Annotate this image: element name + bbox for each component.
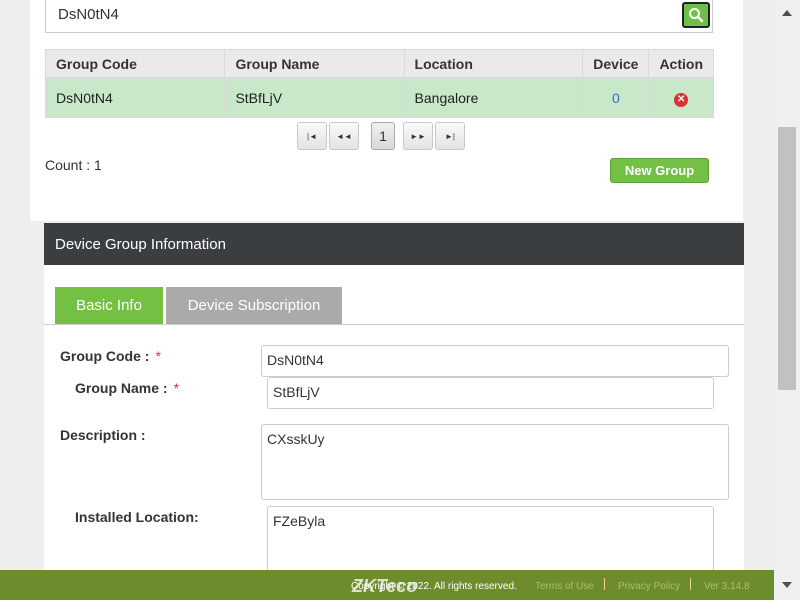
group-code-field[interactable]: DsN0tN4: [261, 345, 729, 377]
first-page-button[interactable]: |◄: [297, 122, 327, 150]
column-header-group-code[interactable]: Group Code: [44, 49, 226, 78]
delete-icon[interactable]: ✕: [674, 92, 689, 107]
cell-location: Bangalore: [403, 77, 584, 118]
tab-bar: Basic Info Device Subscription: [44, 265, 744, 325]
group-code-label: Group Code : *: [60, 348, 161, 364]
footer-separator: [604, 578, 605, 590]
copyright-text: Copyright © 2022. All rights reserved.: [351, 581, 517, 592]
prev-page-button[interactable]: ◄◄: [329, 122, 359, 150]
terms-link[interactable]: Terms of Use: [535, 581, 594, 592]
group-name-label: Group Name : *: [75, 380, 180, 396]
footer: ZKTeco Copyright © 2022. All rights rese…: [0, 570, 774, 600]
device-count-link[interactable]: 0: [612, 90, 620, 106]
last-page-button[interactable]: ►|: [435, 122, 465, 150]
search-button[interactable]: [682, 2, 710, 28]
cell-device: 0: [582, 77, 650, 118]
new-group-button[interactable]: New Group: [610, 158, 709, 183]
search-input[interactable]: DsN0tN4: [45, 0, 713, 33]
scroll-down-icon[interactable]: [782, 582, 792, 588]
panel-title: Device Group Information: [44, 223, 744, 265]
search-icon: [689, 8, 704, 23]
group-table: Group Code Group Name Location Device Ac…: [44, 49, 714, 118]
column-header-group-name[interactable]: Group Name: [224, 49, 405, 78]
tab-device-subscription[interactable]: Device Subscription: [166, 287, 342, 324]
cell-group-code: DsN0tN4: [44, 77, 226, 118]
cell-action: ✕: [648, 77, 714, 118]
description-label: Description :: [60, 427, 146, 443]
record-count: Count : 1: [45, 157, 102, 173]
installed-location-label: Installed Location:: [75, 509, 199, 525]
vertical-scrollbar[interactable]: [774, 0, 800, 600]
group-name-field[interactable]: StBfLjV: [267, 377, 714, 409]
column-header-device[interactable]: Device: [582, 49, 650, 78]
group-list-panel: DsN0tN4 Group Code Group Name Location D…: [30, 0, 743, 221]
required-marker: *: [173, 380, 180, 396]
next-page-button[interactable]: ►►: [403, 122, 433, 150]
footer-separator: [690, 578, 691, 590]
scroll-up-icon[interactable]: [782, 10, 792, 16]
version-text: Ver 3.14.8: [704, 581, 750, 592]
installed-location-field[interactable]: FZeByla: [267, 506, 714, 576]
tab-basic-info[interactable]: Basic Info: [55, 287, 163, 324]
column-header-action: Action: [648, 49, 714, 78]
device-group-info-panel: Device Group Information Basic Info Devi…: [44, 223, 744, 583]
column-header-location[interactable]: Location: [403, 49, 584, 78]
pagination: |◄ ◄◄ 1 ►► ►|: [297, 122, 467, 150]
description-field[interactable]: CXsskUy: [261, 424, 729, 500]
privacy-link[interactable]: Privacy Policy: [618, 581, 680, 592]
cell-group-name: StBfLjV: [224, 77, 405, 118]
table-row[interactable]: DsN0tN4 StBfLjV Bangalore 0 ✕: [44, 77, 714, 118]
required-marker: *: [155, 348, 161, 364]
current-page[interactable]: 1: [371, 122, 395, 150]
scrollbar-thumb[interactable]: [778, 127, 796, 390]
